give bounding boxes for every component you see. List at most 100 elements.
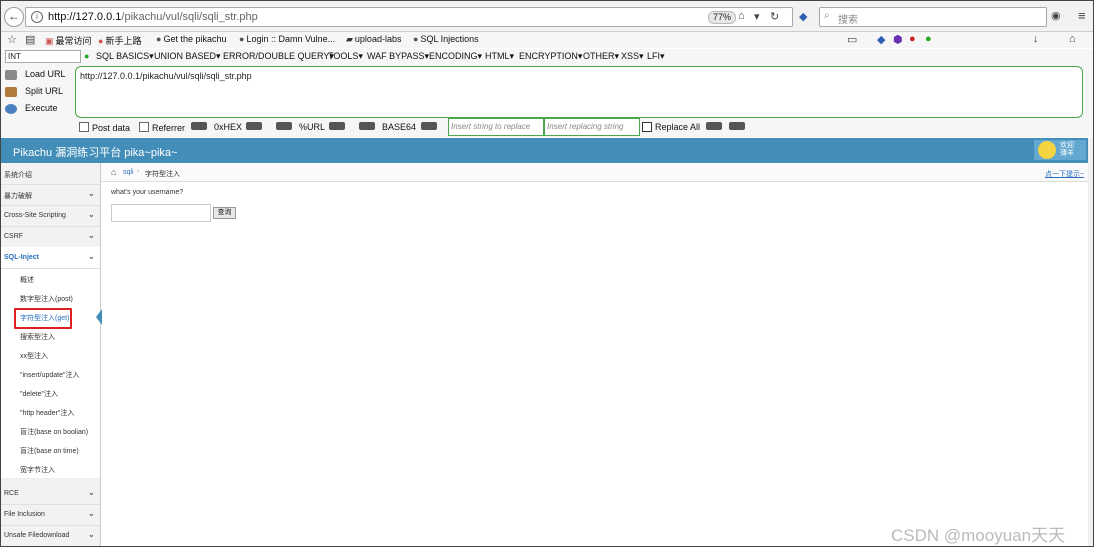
shield-icon[interactable]: ◆ [799, 10, 807, 23]
star-icon[interactable]: ☆ [7, 33, 17, 46]
menu-other[interactable]: OTHER▾ [583, 51, 619, 62]
user-avatar[interactable]: 欢迎 薄羊 [1034, 140, 1086, 160]
menu-waf-bypass[interactable]: WAF BYPASS▾ [367, 51, 429, 62]
hackbar-menu: INT ● SQL BASICS▾ UNION BASED▾ ERROR/DOU… [1, 49, 1093, 64]
home-icon[interactable]: ⌂ [1069, 33, 1076, 45]
bookmark-item[interactable]: ● SQL Injections [413, 34, 479, 44]
chevron-down-icon: ⌄ [88, 509, 95, 518]
referrer-checkbox[interactable]: Referrer [139, 122, 185, 133]
menu-lfi[interactable]: LFI▾ [647, 51, 665, 62]
url-textarea[interactable]: http://127.0.0.1/pikachu/vul/sqli/sqli_s… [75, 66, 1083, 118]
extension-icon[interactable]: ◉ [1051, 9, 1061, 22]
hex-label: 0xHEX [214, 122, 243, 132]
zoom-badge[interactable]: 77% [708, 11, 737, 24]
username-input[interactable] [111, 204, 211, 222]
bookmark-item[interactable]: ● 新手上路 [98, 34, 141, 47]
address-bar[interactable]: i http://127.0.0.1/pikachu/vul/sqli/sqli… [25, 7, 793, 27]
watermark: CSDN @mooyuan天天 [891, 526, 1066, 545]
welcome-text: 欢迎 薄羊 [1060, 142, 1074, 157]
menu-html[interactable]: HTML▾ [485, 51, 514, 62]
sidebar-subitem[interactable]: 盲注(base on time) [1, 440, 100, 460]
sidebar-item-file-inclusion[interactable]: File Inclusion ⌄ [1, 504, 100, 526]
breadcrumb-sqli[interactable]: sqli [123, 169, 134, 176]
bookmark-item[interactable]: ● Login :: Damn Vulne... [239, 34, 335, 44]
menu-tools[interactable]: TOOLS▾ [328, 51, 363, 62]
arrow-left-icon[interactable] [359, 122, 375, 130]
menu-encoding[interactable]: ENCODING▾ [429, 51, 482, 62]
load-url-icon [5, 69, 17, 80]
sidebar-subitem[interactable]: "http header"注入 [1, 402, 100, 422]
arrow-right-icon[interactable] [246, 122, 262, 130]
username-prompt: what's your username? [111, 189, 184, 196]
sidebar-item-csrf[interactable]: CSRF ⌄ [1, 226, 100, 248]
urlencode-label: %URL [299, 122, 326, 132]
sidebar-item-brute-force[interactable]: 暴力破解 ⌄ [1, 184, 100, 206]
home-icon[interactable]: ⌂ [111, 167, 116, 177]
breadcrumb: ⌂ sqli › 字符型注入 点一下提示~ [101, 164, 1089, 182]
back-icon[interactable]: ← [4, 7, 24, 27]
menu-encryption[interactable]: ENCRYPTION▾ [519, 51, 582, 62]
chevron-down-icon: ⌄ [88, 189, 95, 198]
arrow-right-icon[interactable] [421, 122, 437, 130]
sidebar-item-intro[interactable]: 系统介绍 [1, 163, 100, 185]
download-icon[interactable]: ↓ [1033, 33, 1039, 45]
sidebar-subitem[interactable]: xx型注入 [1, 345, 100, 365]
chevron-down-icon: ⌄ [88, 530, 95, 539]
execute-button[interactable]: Execute [5, 103, 58, 114]
sidebar-item-sql-inject[interactable]: SQL-Inject ⌄ [1, 247, 100, 269]
menu-error-double-query[interactable]: ERROR/DOUBLE QUERY▾ [223, 51, 334, 62]
browser-window: ← i http://127.0.0.1/pikachu/vul/sqli/sq… [0, 0, 1094, 547]
sidebar-subitem[interactable]: 盲注(base on boolian) [1, 421, 100, 441]
info-icon[interactable]: i [31, 11, 43, 23]
sidebar-subitem[interactable]: "delete"注入 [1, 383, 100, 403]
menu-icon[interactable]: ≡ [1078, 8, 1086, 23]
menu-union-based[interactable]: UNION BASED▾ [154, 51, 221, 62]
submit-button[interactable]: 查询 [213, 207, 236, 219]
post-data-checkbox[interactable]: Post data [79, 122, 130, 133]
arrow-right-icon[interactable] [329, 122, 345, 130]
arrow-left-icon[interactable] [276, 122, 292, 130]
bookmark-item[interactable]: ▣ 最常访问 [45, 34, 92, 47]
toolbar-extension-icon[interactable]: ◆ [877, 33, 885, 46]
bookmark-item[interactable]: ● Get the pikachu [156, 34, 226, 44]
replace-to-input[interactable]: Insert replacing string [544, 118, 640, 136]
sidebar-subitem[interactable]: 搜索型注入 [1, 326, 100, 346]
address-text: http://127.0.0.1/pikachu/vul/sqli/sqli_s… [48, 11, 258, 23]
arrow-right-icon[interactable] [706, 122, 722, 130]
replace-from-input[interactable]: Insert string to replace [448, 118, 544, 136]
dropdown-icon[interactable]: ▾ [754, 10, 760, 23]
reload-icon[interactable]: ↻ [770, 10, 779, 23]
replace-all-checkbox[interactable]: Replace All [642, 122, 700, 132]
bookmark-item[interactable]: ▰ upload-labs [346, 34, 401, 45]
type-select[interactable]: INT [5, 50, 81, 63]
split-url-button[interactable]: Split URL [5, 86, 63, 97]
load-url-button[interactable]: Load URL [5, 69, 66, 80]
site-header: Pikachu 漏洞练习平台 pika~pika~ 欢迎 薄羊 [1, 138, 1093, 163]
library-icon[interactable]: ▤ [25, 33, 35, 46]
chevron-down-icon: ⌄ [88, 252, 95, 261]
sidebar-subitem[interactable]: "insert/update"注入 [1, 364, 100, 384]
toolbar-extension-icon[interactable]: ▭ [847, 33, 857, 46]
url-path: /pikachu/vul/sqli/sqli_str.php [121, 11, 258, 23]
sidebar-subitem[interactable]: 数字型注入(post) [1, 288, 100, 308]
arrow-left-icon[interactable] [191, 122, 207, 130]
toolbar-extension-icon[interactable]: ● [909, 33, 916, 45]
menu-xss[interactable]: XSS▾ [621, 51, 644, 62]
breadcrumb-current: 字符型注入 [145, 171, 180, 178]
sidebar-subitem[interactable]: 宽字节注入 [1, 459, 100, 479]
search-bar[interactable]: ⌕ 搜索 [819, 7, 1047, 27]
search-icon: ⌕ [824, 10, 830, 21]
avatar-icon [1038, 141, 1056, 159]
arrow-right-icon[interactable] [729, 122, 745, 130]
sidebar-item-unsafe-filedownload[interactable]: Unsafe Filedownload ⌄ [1, 525, 100, 546]
hint-link[interactable]: 点一下提示~ [1045, 169, 1084, 179]
toolbar-extension-icon[interactable]: ● [925, 33, 932, 45]
sidebar-subitem[interactable]: 概述 [1, 269, 100, 289]
sidebar-item-rce[interactable]: RCE ⌄ [1, 483, 100, 505]
site-title[interactable]: Pikachu 漏洞练习平台 pika~pika~ [13, 144, 177, 160]
scrollbar[interactable] [1088, 138, 1093, 546]
menu-sql-basics[interactable]: SQL BASICS▾ [96, 51, 154, 62]
sidebar-item-xss[interactable]: Cross-Site Scripting ⌄ [1, 205, 100, 227]
home-icon[interactable]: ⌂ [738, 10, 745, 22]
toolbar-extension-icon[interactable]: ⬢ [893, 33, 903, 46]
